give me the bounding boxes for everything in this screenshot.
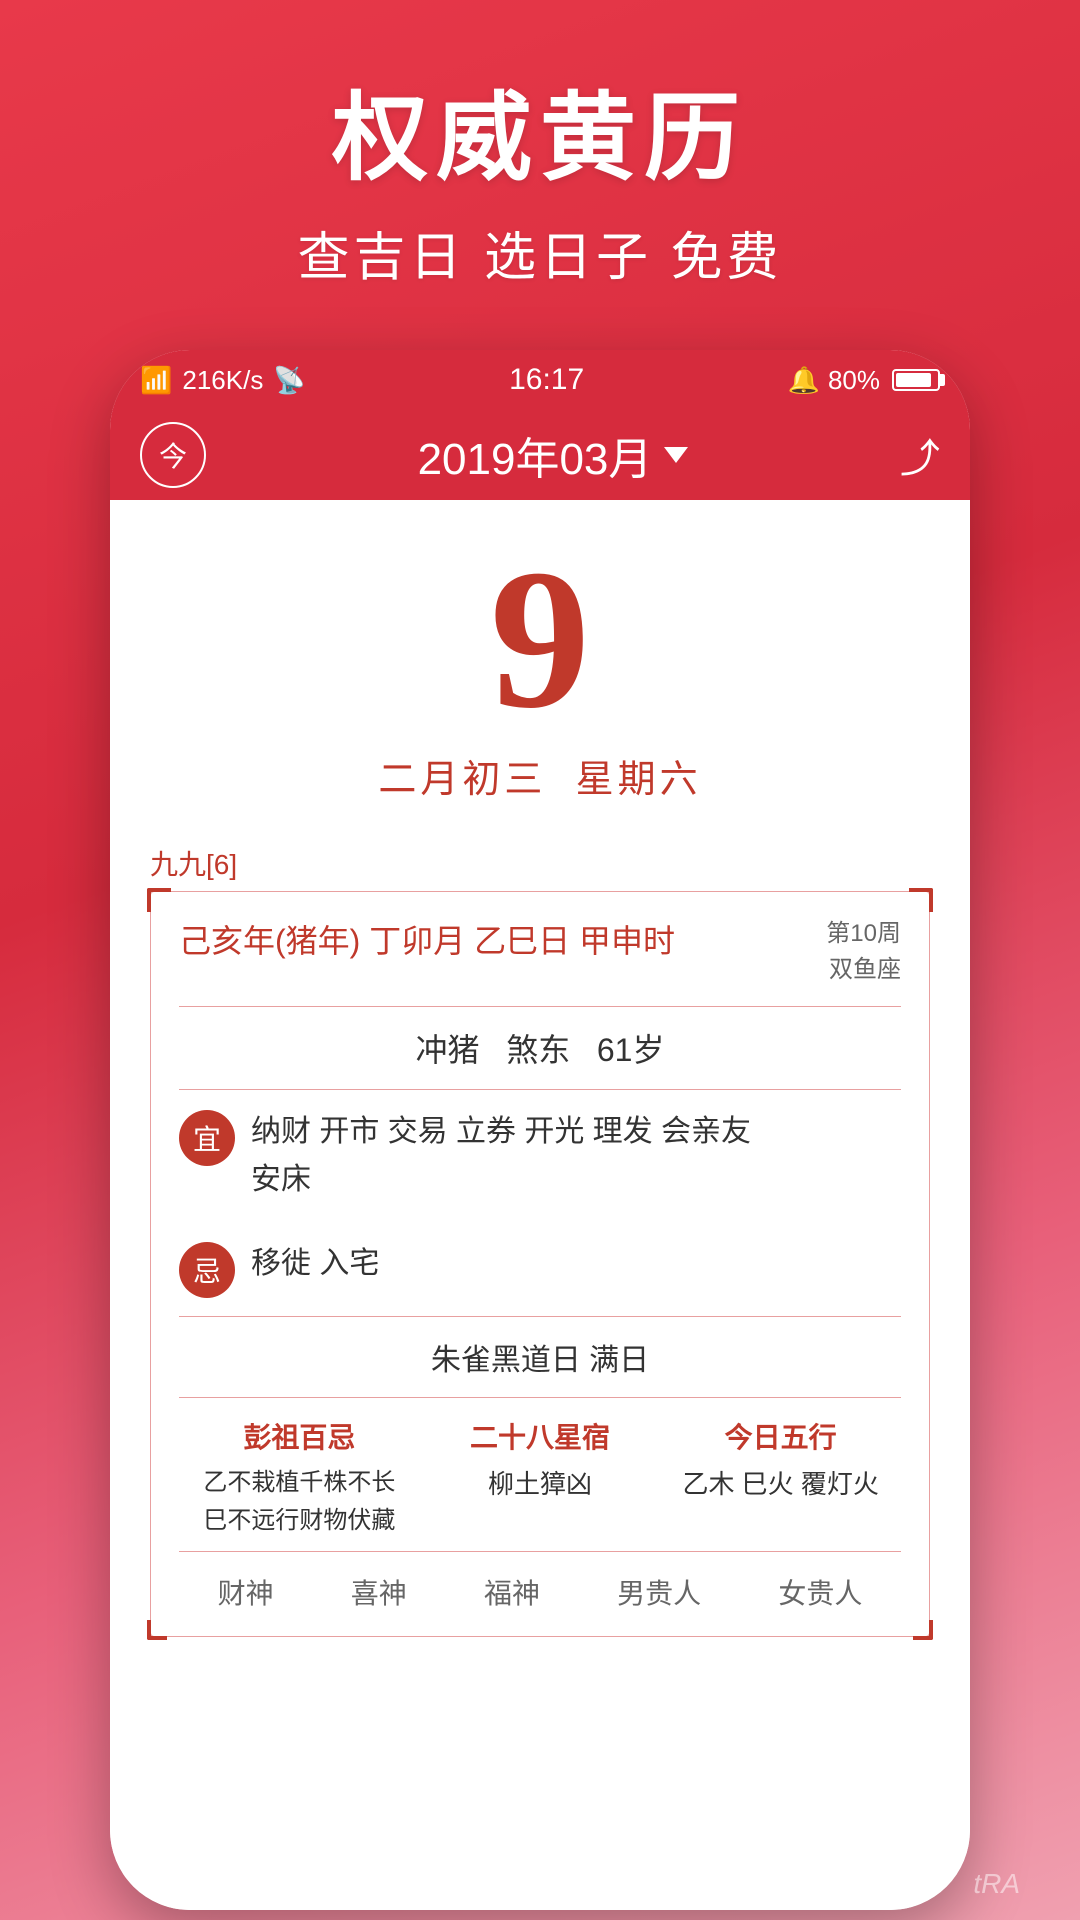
battery-pct-text: 80% bbox=[828, 365, 880, 396]
ji-content: 移徙 入宅 bbox=[251, 1240, 901, 1288]
ji-row: 忌 移徙 入宅 bbox=[179, 1222, 901, 1317]
signal-icon: 📶 bbox=[140, 365, 172, 396]
pengzu-col: 彭祖百忌 乙不栽植千株不长 巳不远行财物伏藏 bbox=[179, 1416, 420, 1541]
status-left: 📶 216K/s 📡 bbox=[140, 365, 306, 396]
age-text: 61岁 bbox=[597, 1032, 665, 1068]
phone-frame: 📶 216K/s 📡 16:17 🔔 80% 今 2019年03月 ⤴ 9 二月… bbox=[110, 350, 970, 1910]
wifi-icon: 📡 bbox=[273, 365, 305, 396]
ershiba-title: 二十八星宿 bbox=[470, 1416, 610, 1456]
month-text: 2019年03月 bbox=[418, 423, 653, 487]
battery-fill bbox=[896, 373, 931, 387]
footer-item: 财神 bbox=[218, 1572, 274, 1612]
sha-text: 煞东 bbox=[506, 1032, 570, 1068]
month-title[interactable]: 2019年03月 bbox=[418, 423, 689, 487]
yi-row: 宜 纳财 开市 交易 立券 开光 理发 会亲友 安床 bbox=[179, 1090, 901, 1222]
week-zodiac: 第10周 双鱼座 bbox=[826, 916, 901, 988]
zhaque-row: 朱雀黑道日 满日 bbox=[179, 1317, 901, 1398]
footer-row: 财神 喜神 福神 男贵人 女贵人 bbox=[179, 1552, 901, 1612]
info-section: 九九[6] 己亥年(猪年) 丁卯月 乙巳日 甲申时 第10周 双鱼座 冲猪 煞东 bbox=[150, 843, 930, 1637]
ganzhi-text: 己亥年(猪年) 丁卯月 乙巳日 甲申时 bbox=[179, 916, 675, 962]
status-right: 🔔 80% bbox=[788, 365, 940, 396]
chong-row: 冲猪 煞东 61岁 bbox=[179, 1007, 901, 1090]
today-button[interactable]: 今 bbox=[140, 422, 206, 488]
today-label: 今 bbox=[159, 435, 187, 475]
watermark: tRA bbox=[973, 1868, 1020, 1900]
time-display: 16:17 bbox=[509, 363, 584, 397]
speed-text: 216K/s bbox=[182, 365, 263, 396]
jiu-label: 九九[6] bbox=[150, 843, 930, 883]
three-col-row: 彭祖百忌 乙不栽植千株不长 巳不远行财物伏藏 二十八星宿 柳土獐凶 今日五行 乙… bbox=[179, 1398, 901, 1552]
battery-bar bbox=[892, 369, 940, 391]
main-content: 9 二月初三 星期六 九九[6] 己亥年(猪年) 丁卯月 乙巳日 甲申时 第10… bbox=[110, 500, 970, 1910]
yi-content: 纳财 开市 交易 立券 开光 理发 会亲友 安床 bbox=[251, 1108, 901, 1204]
day-number: 9 bbox=[490, 540, 590, 740]
footer-item: 男贵人 bbox=[617, 1572, 701, 1612]
promo-title: 权威黄历 bbox=[332, 60, 748, 199]
ershiba-content: 柳土獐凶 bbox=[488, 1464, 592, 1506]
zodiac-text: 双鱼座 bbox=[826, 952, 901, 988]
pengzu-content: 乙不栽植千株不长 巳不远行财物伏藏 bbox=[203, 1464, 395, 1541]
ganzhi-row: 己亥年(猪年) 丁卯月 乙巳日 甲申时 第10周 双鱼座 bbox=[179, 916, 901, 1007]
share-button[interactable]: ⤴ bbox=[900, 426, 940, 484]
status-bar: 📶 216K/s 📡 16:17 🔔 80% bbox=[110, 350, 970, 410]
corner-br-decoration bbox=[913, 1620, 933, 1640]
ershiba-col: 二十八星宿 柳土獐凶 bbox=[420, 1416, 661, 1541]
footer-item: 喜神 bbox=[351, 1572, 407, 1612]
footer-item: 女贵人 bbox=[778, 1572, 862, 1612]
chong-text: 冲猪 bbox=[416, 1032, 480, 1068]
wuxing-content: 乙木 巳火 覆灯火 bbox=[682, 1464, 878, 1506]
header-bar: 今 2019年03月 ⤴ bbox=[110, 410, 970, 500]
dropdown-arrow-icon bbox=[664, 447, 688, 463]
info-box: 己亥年(猪年) 丁卯月 乙巳日 甲申时 第10周 双鱼座 冲猪 煞东 61岁 宜… bbox=[150, 891, 930, 1637]
wuxing-col: 今日五行 乙木 巳火 覆灯火 bbox=[660, 1416, 901, 1541]
week-info: 第10周 bbox=[826, 916, 901, 952]
alarm-icon: 🔔 bbox=[788, 365, 820, 396]
wuxing-title: 今日五行 bbox=[725, 1416, 837, 1456]
pengzu-title: 彭祖百忌 bbox=[243, 1416, 355, 1456]
yi-badge: 宜 bbox=[179, 1110, 235, 1166]
promo-subtitle: 查吉日 选日子 免费 bbox=[298, 215, 783, 290]
lunar-date: 二月初三 星期六 bbox=[378, 748, 701, 803]
ji-badge: 忌 bbox=[179, 1242, 235, 1298]
footer-item: 福神 bbox=[484, 1572, 540, 1612]
corner-bl-decoration bbox=[147, 1620, 167, 1640]
